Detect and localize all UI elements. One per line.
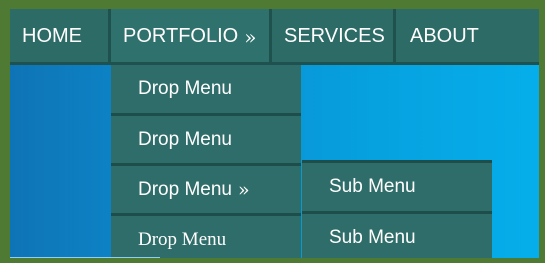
- submenu: Sub Menu Sub Menu: [302, 160, 492, 258]
- dropdown-item-label: Drop Menu: [138, 228, 227, 250]
- dropdown-item[interactable]: Drop Menu: [111, 113, 301, 163]
- submenu-item-label: Sub Menu: [329, 227, 416, 248]
- nav-item-label: SERVICES: [284, 25, 385, 47]
- top-nav-bar: HOME PORTFOLIO » SERVICES ABOUT: [10, 9, 539, 64]
- double-chevron-right-icon: »: [244, 24, 257, 49]
- nav-item-about[interactable]: ABOUT: [396, 9, 536, 64]
- submenu-item[interactable]: Sub Menu: [302, 211, 492, 258]
- bottom-highlight-strip: [10, 257, 160, 258]
- menu-demo-frame: HOME PORTFOLIO » SERVICES ABOUT Drop Men…: [10, 9, 539, 258]
- dropdown-item-label: Drop Menu: [138, 78, 232, 99]
- double-chevron-right-icon: »: [238, 178, 250, 201]
- dropdown-item[interactable]: Drop Menu: [111, 213, 301, 258]
- nav-item-portfolio[interactable]: PORTFOLIO »: [111, 9, 272, 64]
- dropdown-item-with-submenu[interactable]: Drop Menu »: [111, 163, 301, 213]
- submenu-item[interactable]: Sub Menu: [302, 160, 492, 211]
- nav-item-services[interactable]: SERVICES: [272, 9, 396, 64]
- nav-item-label: HOME: [22, 25, 82, 47]
- submenu-item-label: Sub Menu: [329, 176, 416, 197]
- dropdown-item[interactable]: Drop Menu: [111, 65, 301, 113]
- nav-item-label: ABOUT: [410, 25, 479, 47]
- nav-item-home[interactable]: HOME: [10, 9, 111, 64]
- dropdown-item-label: Drop Menu: [138, 128, 232, 150]
- nav-item-label: PORTFOLIO: [123, 25, 239, 47]
- portfolio-dropdown: Drop Menu Drop Menu Drop Menu » Drop Men…: [111, 65, 301, 258]
- dropdown-item-label: Drop Menu: [138, 178, 232, 200]
